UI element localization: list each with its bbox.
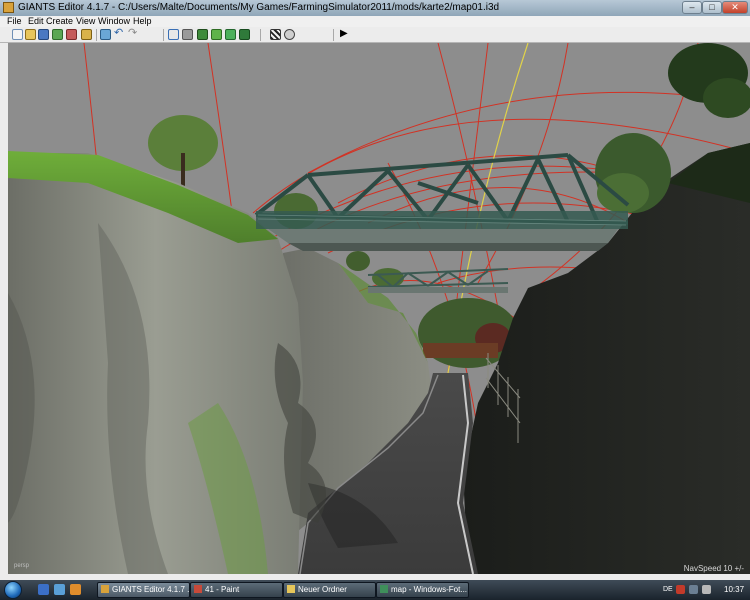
title-bar: GIANTS Editor 4.1.7 - C:/Users/Malte/Doc…: [0, 0, 750, 16]
camera-label: persp: [14, 563, 30, 569]
clock[interactable]: 10:37: [724, 585, 744, 594]
browser-icon[interactable]: [54, 584, 65, 595]
minimize-button[interactable]: –: [682, 1, 702, 14]
media-icon[interactable]: [70, 584, 81, 595]
3d-viewport[interactable]: persp NavSpeed 10 +/-: [8, 43, 750, 574]
task-neuer-ordner[interactable]: Neuer Ordner: [283, 582, 376, 598]
toolbar: ↶ ↷ ▶: [0, 27, 750, 43]
view-icon[interactable]: [100, 29, 111, 40]
photo-viewer-icon: [380, 585, 388, 593]
plant-icon[interactable]: [239, 29, 250, 40]
close-button[interactable]: ✕: [722, 1, 748, 14]
paint-app-icon: [194, 585, 202, 593]
menu-file[interactable]: File: [7, 16, 22, 27]
menu-help[interactable]: Help: [133, 16, 152, 27]
nav-speed-readout: NavSpeed 10 +/-: [683, 564, 744, 573]
select-icon[interactable]: [81, 29, 92, 40]
volume-tray-icon[interactable]: [702, 585, 711, 594]
task-giants-editor[interactable]: GIANTS Editor 4.1.7 ...: [97, 582, 190, 598]
menu-view[interactable]: View: [76, 16, 95, 27]
menu-window[interactable]: Window: [98, 16, 130, 27]
scene-render: [8, 43, 750, 574]
open-file-icon[interactable]: [25, 29, 36, 40]
terrain-icon[interactable]: [168, 29, 179, 40]
menu-create[interactable]: Create: [46, 16, 73, 27]
new-file-icon[interactable]: [12, 29, 23, 40]
giants-editor-icon: [101, 585, 109, 593]
menu-bar: File Edit Create View Window Help: [0, 16, 750, 27]
start-button[interactable]: [4, 581, 22, 599]
redo-icon[interactable]: ↷: [128, 28, 139, 40]
task-paint[interactable]: 41 - Paint: [190, 582, 283, 598]
undo-icon[interactable]: ↶: [114, 28, 125, 40]
paint-icon[interactable]: [225, 29, 236, 40]
checker-icon[interactable]: [270, 29, 281, 40]
folder-icon: [287, 585, 295, 593]
viewport-frame: [0, 43, 8, 574]
import-icon[interactable]: [52, 29, 63, 40]
navigation-icon[interactable]: [284, 29, 295, 40]
foliage-icon[interactable]: [182, 29, 193, 40]
window-title: GIANTS Editor 4.1.7 - C:/Users/Malte/Doc…: [18, 2, 500, 13]
landscape-icon[interactable]: [197, 29, 208, 40]
maximize-button[interactable]: □: [702, 1, 722, 14]
play-icon[interactable]: ▶: [340, 29, 351, 40]
show-desktop-icon[interactable]: [38, 584, 49, 595]
task-windows-fotos[interactable]: map - Windows-Fot...: [376, 582, 469, 598]
export-icon[interactable]: [66, 29, 77, 40]
network-tray-icon[interactable]: [689, 585, 698, 594]
menu-edit[interactable]: Edit: [28, 16, 44, 27]
save-icon[interactable]: [38, 29, 49, 40]
security-tray-icon[interactable]: [676, 585, 685, 594]
giants-app-icon: [3, 2, 14, 13]
language-indicator[interactable]: DE: [663, 586, 673, 593]
taskbar: GIANTS Editor 4.1.7 ... 41 - Paint Neuer…: [0, 580, 750, 600]
grass-icon[interactable]: [211, 29, 222, 40]
